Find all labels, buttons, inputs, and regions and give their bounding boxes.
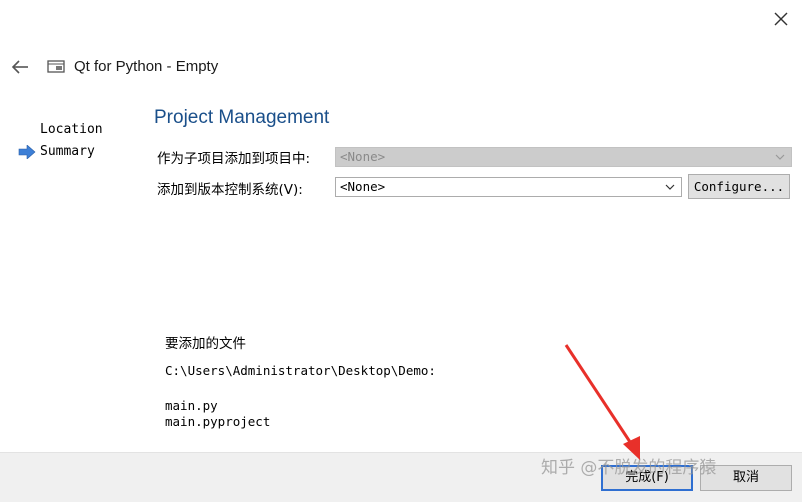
- annotation-arrow-icon: [564, 344, 640, 460]
- file-item: main.pyproject: [165, 414, 271, 429]
- configure-button[interactable]: Configure...: [688, 174, 790, 199]
- chevron-down-icon: [775, 154, 785, 160]
- page-title: Project Management: [154, 107, 330, 128]
- add-subproject-value: <None>: [340, 149, 386, 164]
- project-window-icon: [47, 60, 65, 73]
- vcs-value: <None>: [340, 179, 386, 194]
- step-summary: Summary: [40, 144, 95, 159]
- wizard-title: Qt for Python - Empty: [74, 58, 219, 75]
- step-location: Location: [40, 122, 103, 137]
- current-step-arrow-icon: [18, 145, 36, 159]
- close-icon[interactable]: [770, 8, 792, 30]
- back-arrow-icon[interactable]: [10, 58, 30, 76]
- add-subproject-label: 作为子项目添加到项目中:: [157, 151, 311, 167]
- vcs-label: 添加到版本控制系统(V):: [157, 182, 303, 198]
- files-path: C:\Users\Administrator\Desktop\Demo:: [165, 363, 436, 378]
- file-item: main.py: [165, 398, 218, 413]
- chevron-down-icon: [665, 184, 675, 190]
- add-subproject-select: <None>: [335, 147, 792, 167]
- files-heading: 要添加的文件: [165, 336, 246, 352]
- vcs-select[interactable]: <None>: [335, 177, 682, 197]
